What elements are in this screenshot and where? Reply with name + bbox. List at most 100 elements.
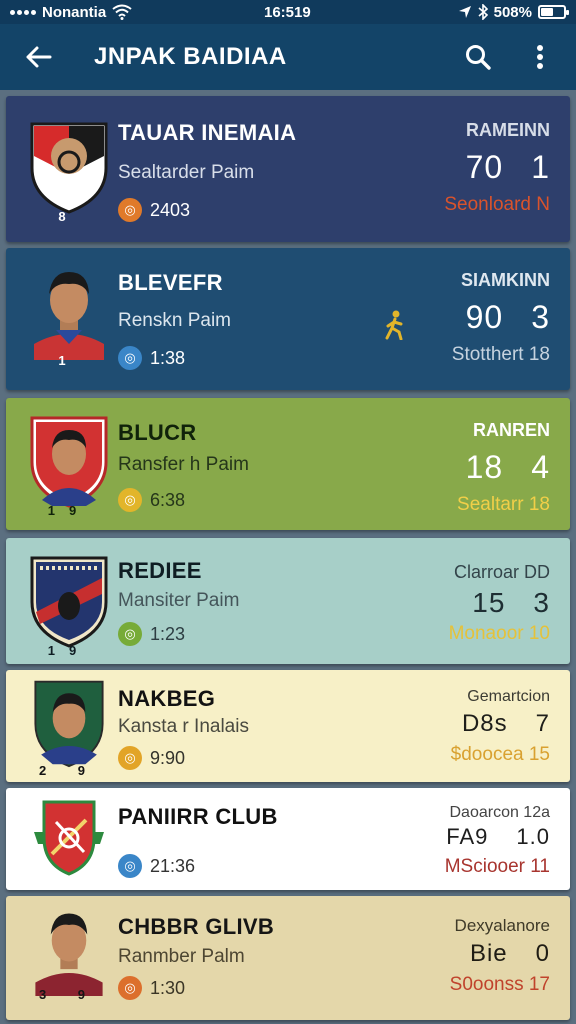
team-subtitle: Mansiter Paim <box>118 590 240 611</box>
status-text: MSciooer 11 <box>444 856 550 877</box>
team-crest: 8 <box>26 116 112 224</box>
team-name: TAUAR INEMAIA <box>118 120 297 145</box>
status-text: Seonloard N <box>444 194 550 215</box>
app-bar-actions <box>458 37 560 77</box>
rank-label: Gemartcion <box>467 688 550 705</box>
runner-icon <box>385 310 403 340</box>
team-card[interactable]: 3 9 CHBBR GLIVB Ranmber Palm ◎ 1:30 Dexy… <box>6 896 570 1020</box>
wifi-icon <box>112 4 132 20</box>
search-button[interactable] <box>458 37 498 77</box>
team-card[interactable]: 8 TAUAR INEMAIA Sealtarder Paim ◎ 2403 R… <box>6 96 570 242</box>
score-right: 7 <box>535 710 550 737</box>
score-left: Bie <box>469 940 508 967</box>
score-right: 1.0 <box>516 824 550 849</box>
score: 18 4 <box>457 449 550 486</box>
rank-column: RANREN 18 4 Sealtarr 18 <box>457 420 550 516</box>
back-button[interactable] <box>16 35 60 79</box>
score-right: 4 <box>531 449 550 485</box>
team-meta: ◎ 1:38 <box>118 346 185 370</box>
team-meta-value: 1:30 <box>150 977 186 998</box>
team-meta-value: 1:38 <box>150 347 186 368</box>
team-subtitle: Ranmber Palm <box>118 946 245 967</box>
status-text: $doocea 15 <box>450 744 550 765</box>
shield-crest-icon <box>30 416 108 508</box>
info-dot-icon: ◎ <box>118 746 142 770</box>
rank-column: SIAMKINN 90 3 Stotthert 18 <box>452 270 550 366</box>
team-card[interactable]: 2 9 NAKBEG Kansta r Inalais ◎ 9:90 Gemar… <box>6 670 570 782</box>
score-left: FA9 <box>446 824 489 849</box>
arrow-left-icon <box>26 46 52 68</box>
team-meta: ◎ 1:30 <box>118 976 185 1000</box>
team-card[interactable]: 1 BLEVEFR Renskn Paim ◎ 1:38 SIAMKINN 90… <box>6 248 570 390</box>
score-right: 0 <box>535 940 550 967</box>
score-left: D8s <box>461 710 508 737</box>
signal-dots-icon <box>10 9 36 15</box>
rank-column: Daoarcon 12a FA9 1.0 MSciooer 11 <box>445 804 550 878</box>
status-text: Monaoor 10 <box>448 623 550 644</box>
score-left: 15 <box>472 587 506 618</box>
location-arrow-icon <box>458 6 471 18</box>
team-meta: ◎ 2403 <box>118 198 190 222</box>
info-dot-icon: ◎ <box>118 346 142 370</box>
status-bar: Nonantia 16:519 508% <box>0 0 576 24</box>
rank-label: Dexyalanore <box>454 916 550 935</box>
score-left: 18 <box>465 449 504 485</box>
team-crest: 3 9 <box>26 900 112 1004</box>
info-dot-icon: ◎ <box>118 488 142 512</box>
team-card[interactable]: 19 REDIEE Mansiter Paim ◎ 1:23 Clarroar … <box>6 538 570 664</box>
team-meta-value: 1:23 <box>150 623 186 644</box>
rank-label: Daoarcon 12a <box>449 804 550 821</box>
rank-column: Clarroar DD 15 3 Monaoor 10 <box>449 562 550 645</box>
battery-icon <box>538 5 569 19</box>
shield-crest-icon <box>34 800 104 876</box>
team-crest: 19 <box>26 410 112 518</box>
rank-column: Gemartcion D8s 7 $doocea 15 <box>451 688 550 766</box>
team-crest <box>26 798 112 890</box>
player-avatar-icon <box>34 272 104 360</box>
status-bar-left: Nonantia <box>10 4 132 21</box>
rank-label: SIAMKINN <box>461 270 550 290</box>
score: 90 3 <box>452 299 550 336</box>
score: 15 3 <box>449 587 550 619</box>
crest-number: 19 <box>47 503 91 518</box>
crest-number: 2 9 <box>38 763 100 778</box>
rank-label: RANREN <box>472 420 550 440</box>
team-card[interactable]: PANIIRR CLUB ◎ 21:36 Daoarcon 12a FA9 1.0… <box>6 788 570 890</box>
score: FA9 1.0 <box>445 824 550 850</box>
team-name: BLEVEFR <box>118 270 223 295</box>
status-text: Stotthert 18 <box>451 344 550 365</box>
status-time: 16:519 <box>264 3 311 21</box>
team-list: 8 TAUAR INEMAIA Sealtarder Paim ◎ 2403 R… <box>0 92 576 1024</box>
carrier-name: Nonantia <box>42 3 107 21</box>
status-text: Sealtarr 18 <box>457 494 550 515</box>
team-subtitle: Renskn Paim <box>118 310 231 331</box>
score: 70 1 <box>444 149 550 186</box>
shield-crest-icon <box>30 122 108 214</box>
info-dot-icon: ◎ <box>118 854 142 878</box>
team-name: NAKBEG <box>118 686 216 711</box>
player-avatar-icon <box>35 913 103 996</box>
team-meta: ◎ 6:38 <box>118 488 185 512</box>
team-meta: ◎ 9:90 <box>118 746 185 770</box>
status-text: S0oonss 17 <box>449 974 550 995</box>
crest-number: 1 <box>58 353 80 368</box>
more-options-button[interactable] <box>520 37 560 77</box>
team-name: REDIEE <box>118 558 202 583</box>
score: D8s 7 <box>451 710 550 738</box>
score-left: 90 <box>465 299 504 335</box>
score-right: 3 <box>533 587 550 618</box>
crest-number: 8 <box>58 209 80 224</box>
rank-column: Dexyalanore Bie 0 S0oonss 17 <box>450 916 550 996</box>
app-bar: JNPAK BAIDIAA <box>0 24 576 90</box>
team-subtitle: Sealtarder Paim <box>118 162 255 183</box>
team-crest: 1 <box>26 260 112 368</box>
team-subtitle: Kansta r Inalais <box>118 716 249 737</box>
info-dot-icon: ◎ <box>118 622 142 646</box>
team-card[interactable]: 19 BLUCR Ransfer h Paim ◎ 6:38 RANREN 18… <box>6 398 570 530</box>
rank-label: RAMEINN <box>466 120 550 140</box>
rank-label: Clarroar DD <box>453 562 550 582</box>
team-meta: ◎ 1:23 <box>118 622 185 646</box>
rank-column: RAMEINN 70 1 Seonloard N <box>444 120 550 216</box>
search-icon <box>466 45 491 70</box>
page-title: JNPAK BAIDIAA <box>94 43 287 70</box>
